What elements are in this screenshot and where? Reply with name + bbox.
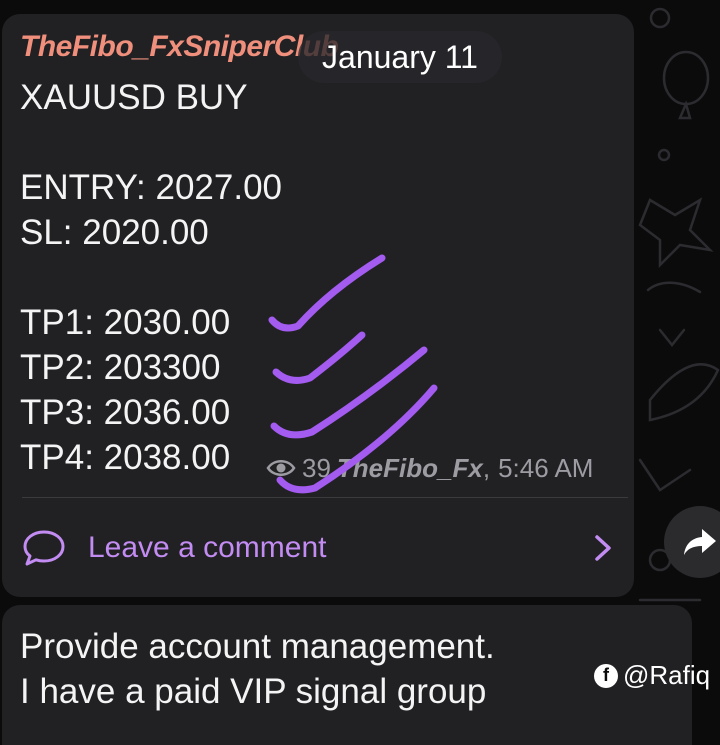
take-profit-3-line: TP3: 2036.00	[20, 393, 231, 432]
leave-comment-button[interactable]: Leave a comment	[22, 516, 612, 580]
facebook-icon: f	[594, 663, 618, 688]
post-author: TheFibo_Fx	[336, 452, 483, 483]
stop-loss-line: SL: 2020.00	[20, 213, 209, 252]
comment-label: Leave a comment	[88, 531, 327, 564]
share-arrow-icon	[684, 529, 716, 555]
chevron-right-icon	[595, 535, 611, 561]
entry-line: ENTRY: 2027.00	[20, 168, 283, 207]
next-message-line-2: I have a paid VIP signal group	[20, 672, 487, 711]
post-time: 5:46 AM	[498, 452, 594, 483]
take-profit-4-line: TP4: 2038.00	[20, 438, 231, 477]
message-meta: 39 TheFibo_Fx , 5:46 AM	[266, 448, 593, 488]
meta-separator: ,	[482, 452, 491, 483]
watermark: f @Rafiq	[594, 660, 710, 691]
channel-name[interactable]: TheFibo_FxSniperClub	[20, 30, 339, 64]
take-profit-1-line: TP1: 2030.00	[20, 303, 231, 342]
signal-pair-line: XAUUSD BUY	[20, 78, 248, 117]
comment-divider	[22, 497, 628, 498]
next-message-line-1: Provide account management.	[20, 627, 495, 666]
comment-bubble-icon	[23, 530, 65, 566]
watermark-text: @Rafiq	[623, 660, 711, 690]
eye-icon	[266, 460, 296, 476]
date-badge: January 11	[298, 31, 502, 83]
view-count: 39	[302, 452, 331, 483]
take-profit-2-line: TP2: 203300	[20, 348, 221, 387]
